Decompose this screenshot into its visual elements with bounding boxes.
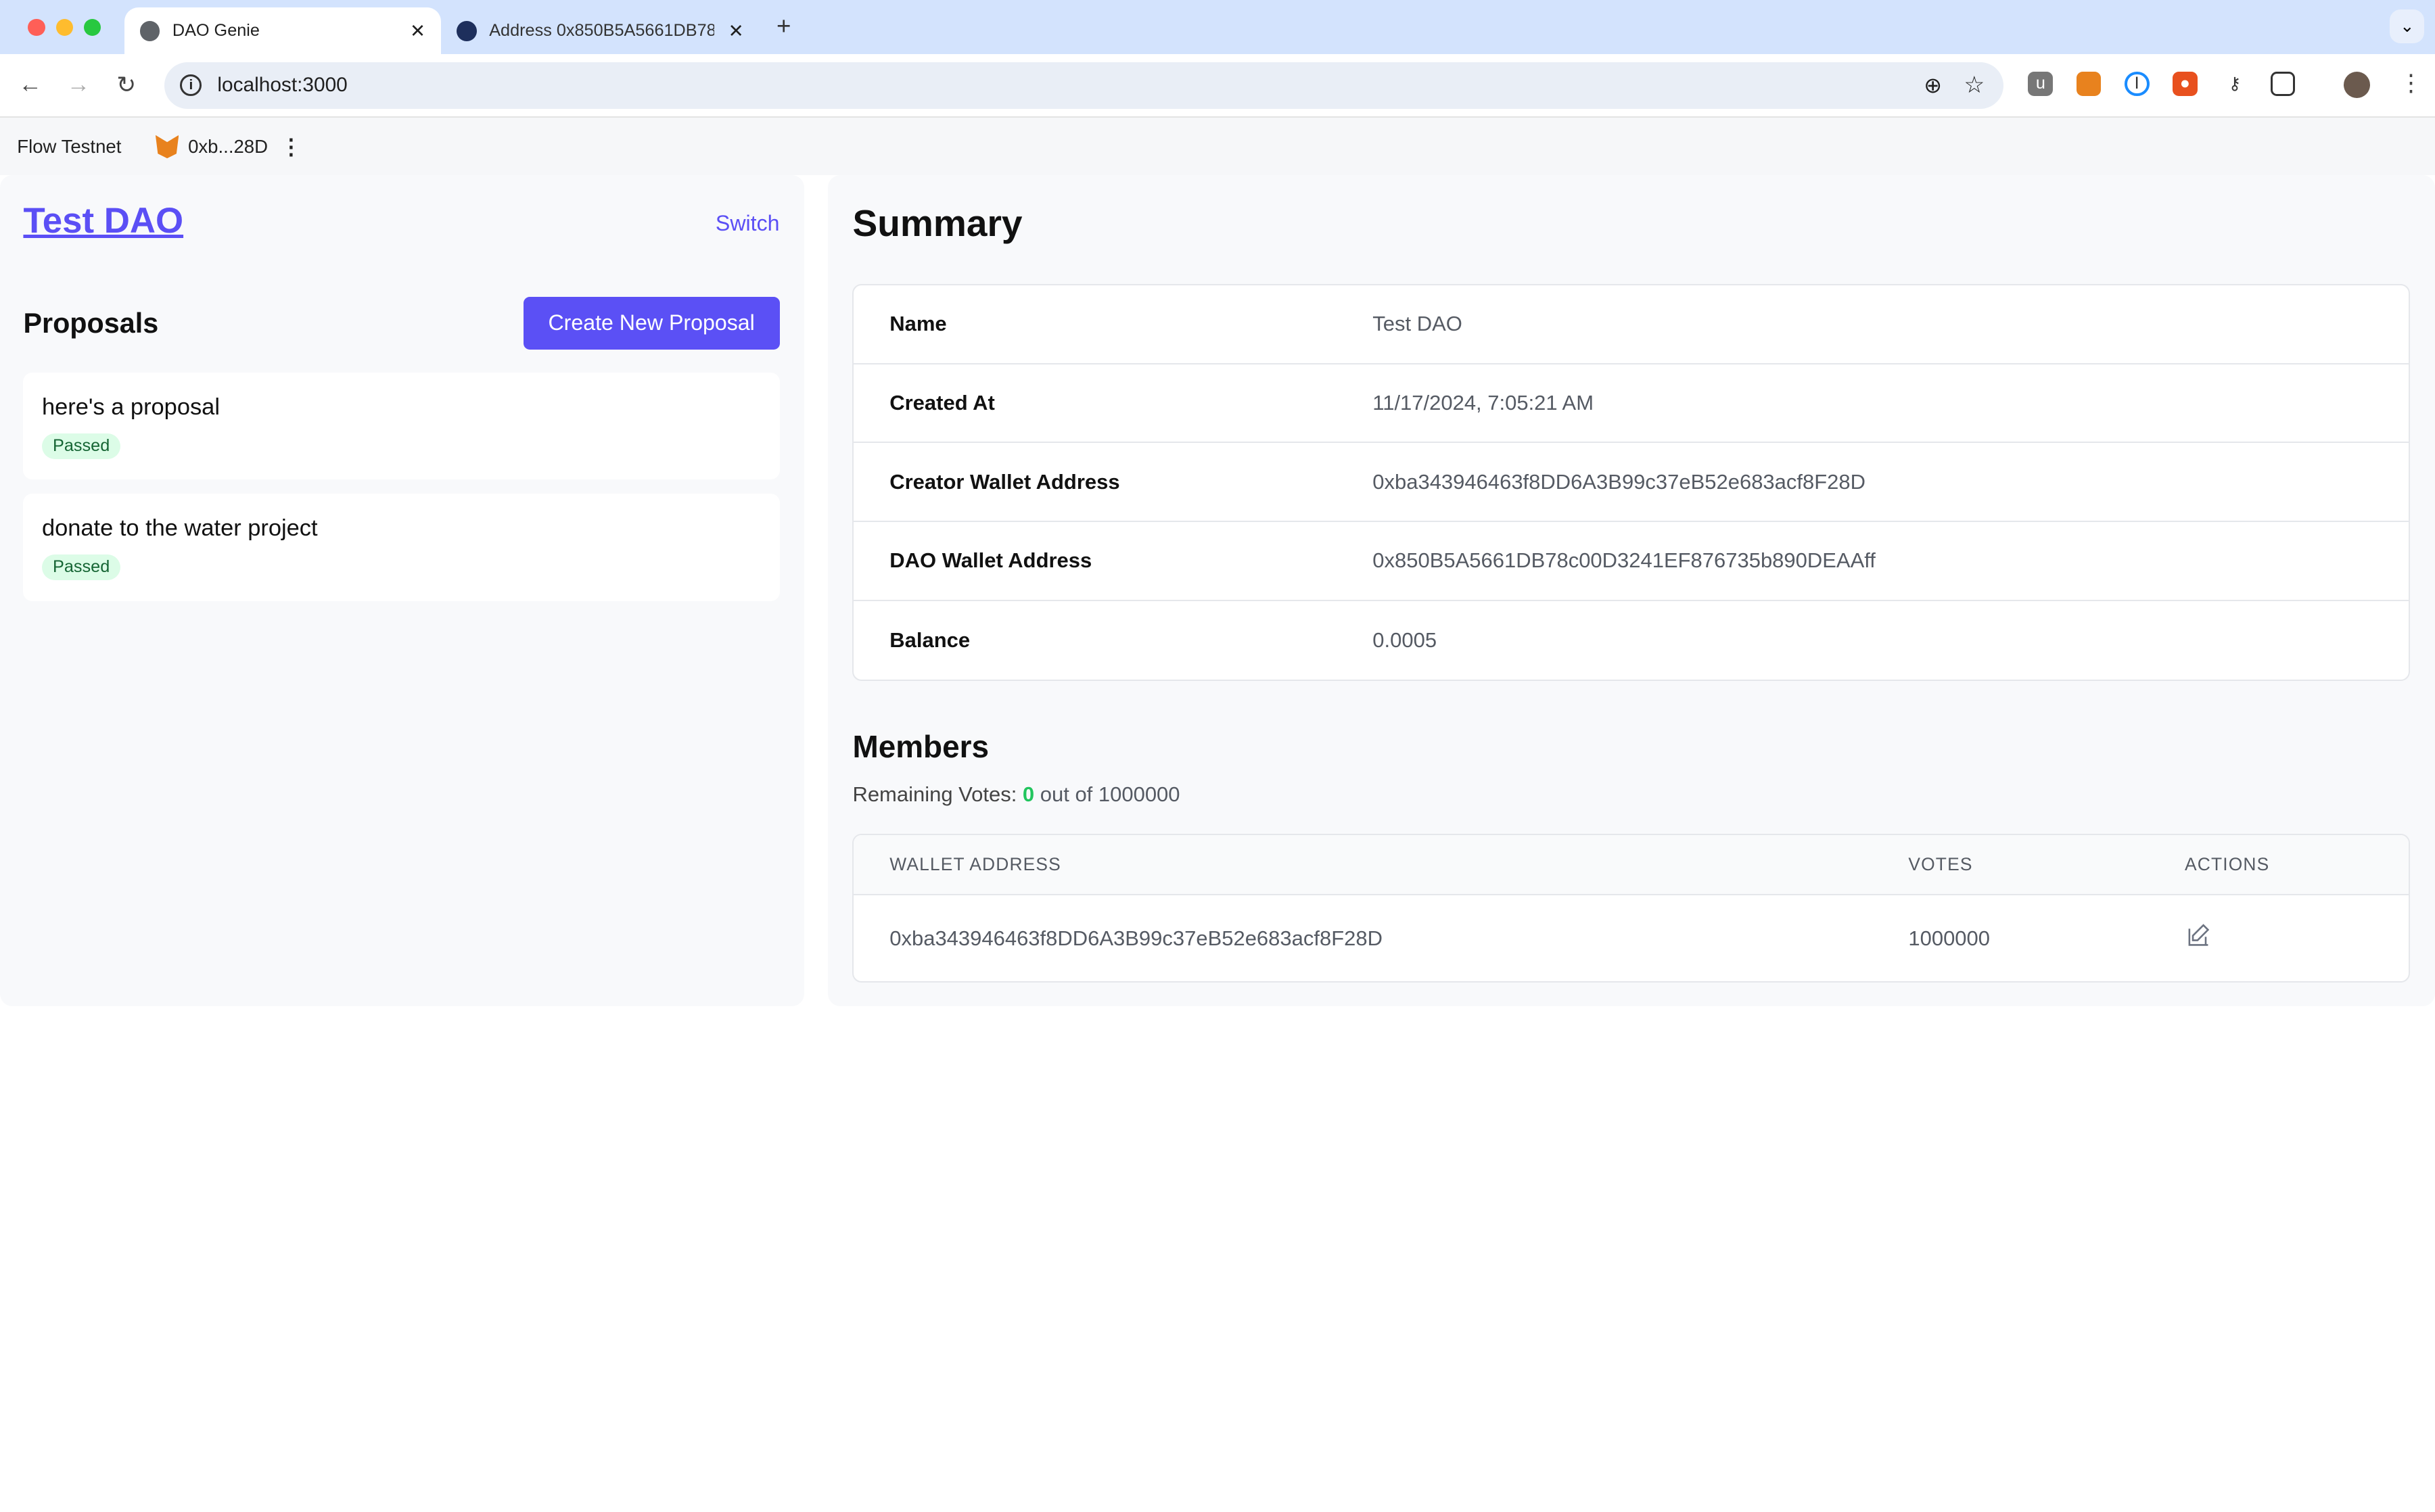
proposal-card[interactable]: donate to the water project Passed — [23, 494, 780, 601]
bookmark-star-icon[interactable]: ☆ — [1964, 72, 1985, 99]
tab-dao-genie[interactable]: DAO Genie ✕ — [124, 7, 442, 55]
ublock-icon[interactable]: u — [2028, 71, 2054, 97]
proposal-card[interactable]: here's a proposal Passed — [23, 373, 780, 480]
column-header: WALLET ADDRESS — [889, 854, 1061, 875]
row-label: Creator Wallet Address — [889, 469, 1120, 494]
sidebar-panel: Test DAO Switch Proposals Create New Pro… — [0, 175, 805, 1006]
address-bar[interactable]: i localhost:3000 ⊕ ☆ — [164, 62, 2003, 109]
tab-title: Address 0x850B5A5661DB78 — [489, 21, 715, 41]
close-window-button[interactable] — [28, 18, 45, 36]
edit-icon[interactable] — [2185, 922, 2212, 955]
summary-table: Name Test DAO Created At 11/17/2024, 7:05:… — [852, 284, 2411, 682]
tab-title: DAO Genie — [172, 21, 260, 41]
row-label: DAO Wallet Address — [889, 548, 1092, 573]
row-value: 0xba343946463f8DD6A3B99c37eB52e683acf8F2… — [1372, 469, 1865, 494]
row-value: 11/17/2024, 7:05:21 AM — [1372, 391, 1594, 415]
status-badge: Passed — [41, 433, 121, 459]
puzzle-icon[interactable] — [2270, 71, 2296, 97]
summary-row: Created At 11/17/2024, 7:05:21 AM — [854, 364, 2409, 444]
metamask-icon[interactable] — [2076, 71, 2102, 97]
browser-menu-icon[interactable]: ⋮ — [2399, 70, 2422, 97]
row-value: Test DAO — [1372, 312, 1462, 336]
proposal-title: donate to the water project — [41, 515, 318, 542]
globe-icon — [139, 20, 160, 41]
member-votes: 1000000 — [1908, 926, 1990, 950]
wallet-bar: Flow Testnet 0xb...28D ⋮ — [0, 118, 2435, 176]
remaining-value: 0 — [1022, 782, 1035, 807]
new-tab-button[interactable]: + — [776, 12, 791, 41]
row-value: 0.0005 — [1372, 628, 1437, 652]
column-header: VOTES — [1908, 854, 1973, 875]
zoom-icon[interactable]: ⊕ — [1924, 72, 1942, 98]
table-header: WALLET ADDRESS VOTES ACTIONS — [854, 834, 2409, 896]
key-off-icon[interactable]: ⚷ — [2222, 72, 2247, 97]
site-info-icon[interactable]: i — [180, 74, 202, 97]
row-label: Created At — [889, 391, 995, 415]
close-tab-icon[interactable]: ✕ — [728, 20, 744, 42]
back-button[interactable]: ← — [19, 72, 42, 98]
dao-title-link[interactable]: Test DAO — [23, 200, 183, 241]
account-button[interactable]: 0xb...28D — [188, 136, 268, 158]
members-heading: Members — [852, 728, 990, 764]
close-tab-icon[interactable]: ✕ — [410, 20, 425, 42]
tab-search-button[interactable]: ⌄ — [2390, 9, 2424, 44]
onepassword-icon[interactable]: I — [2124, 71, 2150, 97]
proposal-title: here's a proposal — [41, 394, 220, 421]
profile-avatar[interactable] — [2343, 71, 2370, 98]
proposals-heading: Proposals — [23, 307, 159, 339]
summary-row: Balance 0.0005 — [854, 601, 2409, 680]
blockscout-icon — [456, 20, 477, 41]
minimize-window-button[interactable] — [55, 18, 73, 36]
row-label: Name — [889, 312, 947, 336]
summary-row: Name Test DAO — [854, 285, 2409, 364]
forward-button[interactable]: → — [67, 72, 90, 98]
column-header: ACTIONS — [2185, 854, 2270, 875]
remaining-label: Remaining Votes: — [852, 782, 1017, 807]
row-label: Balance — [889, 628, 971, 652]
metamask-fox-icon — [155, 135, 179, 159]
tab-address[interactable]: Address 0x850B5A5661DB78 ✕ — [441, 7, 760, 54]
summary-heading: Summary — [852, 202, 1023, 245]
privacy-lock-icon[interactable]: ● — [2172, 71, 2198, 97]
switch-dao-link[interactable]: Switch — [716, 211, 780, 236]
reload-button[interactable]: ↻ — [116, 72, 136, 99]
member-address: 0xba343946463f8DD6A3B99c37eB52e683acf8F2… — [889, 926, 1383, 950]
create-proposal-button[interactable]: Create New Proposal — [523, 296, 780, 350]
row-value: 0x850B5A5661DB78c00D3241EF876735b890DEAA… — [1372, 548, 1876, 573]
summary-row: Creator Wallet Address 0xba343946463f8DD6… — [854, 443, 2409, 523]
main-panel: Summary Name Test DAO Created At 11/17/202… — [827, 175, 2435, 1006]
summary-row: DAO Wallet Address 0x850B5A5661DB78c00D32… — [854, 522, 2409, 601]
table-row: 0xba343946463f8DD6A3B99c37eB52e683acf8F2… — [854, 895, 2409, 981]
remaining-total: out of 1000000 — [1040, 782, 1180, 807]
url-text: localhost:3000 — [217, 74, 348, 97]
maximize-window-button[interactable] — [83, 18, 101, 36]
members-table: WALLET ADDRESS VOTES ACTIONS 0xba3439464… — [852, 833, 2411, 983]
network-selector[interactable]: Flow Testnet — [17, 136, 121, 158]
remaining-votes: Remaining Votes: 0 out of 1000000 — [852, 782, 1180, 807]
account-menu-icon[interactable]: ⋮ — [280, 134, 302, 160]
status-badge: Passed — [41, 554, 121, 580]
